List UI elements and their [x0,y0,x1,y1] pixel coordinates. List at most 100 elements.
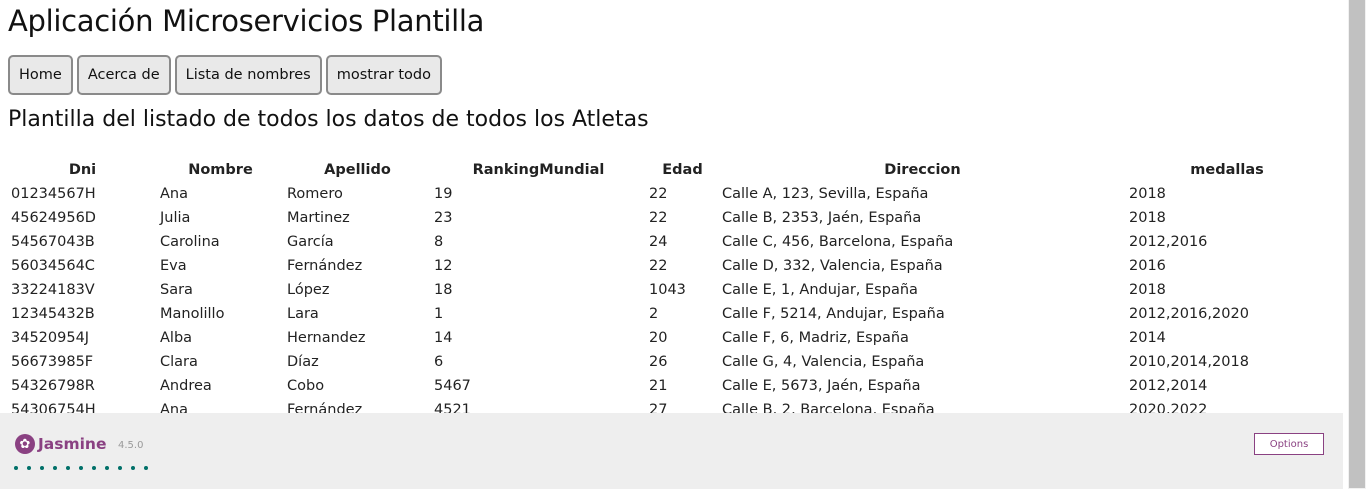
spec-passed-dot[interactable] [53,466,57,470]
athletes-table-body: 01234567H Ana Romero 19 22 Calle A, 123, Sevi… [8,182,1328,422]
table-row: 45624956D Julia Martinez 23 22 Calle B, 2353,… [8,206,1328,230]
cell-medallas: 2012,2016 [1129,234,1208,250]
vertical-scrollbar[interactable] [1348,0,1366,489]
cell-edad: 1043 [649,282,686,298]
cell-nombre: Andrea [160,378,212,394]
spec-passed-dot[interactable] [105,466,109,470]
cell-apellido: Martinez [287,210,350,226]
header-dni: Dni [68,162,97,178]
cell-direccion: Calle E, 1, Andujar, España [722,282,918,298]
spec-passed-dot[interactable] [118,466,122,470]
spec-passed-dot[interactable] [27,466,31,470]
cell-medallas: 2016 [1129,258,1166,274]
cell-dni: 54567043B [11,234,95,250]
cell-dni: 45624956D [11,210,96,226]
cell-direccion: Calle E, 5673, Jaén, España [722,378,921,394]
cell-direccion: Calle F, 6, Madriz, España [722,330,909,346]
cell-ranking: 19 [434,186,453,202]
spec-passed-dot[interactable] [144,466,148,470]
cell-ranking: 6 [434,354,444,370]
cell-nombre: Carolina [160,234,220,250]
scrollbar-thumb[interactable] [1349,0,1365,488]
cell-medallas: 2018 [1129,186,1166,202]
cell-nombre: Julia [160,210,191,226]
cell-direccion: Calle A, 123, Sevilla, España [722,186,929,202]
cell-ranking: 8 [434,234,444,250]
cell-apellido: Díaz [287,354,319,370]
cell-medallas: 2018 [1129,282,1166,298]
table-row: 33224183V Sara López 18 1043 Calle E, 1, Andu… [8,278,1328,302]
cell-edad: 22 [649,258,668,274]
section-title: Plantilla del listado de todos los datos… [8,107,649,132]
table-row: 54326798R Andrea Cobo 5467 21 Calle E, 5673, … [8,374,1328,398]
cell-edad: 21 [649,378,668,394]
table-row: 34520954J Alba Hernandez 14 20 Calle F, 6, Ma… [8,326,1328,350]
cell-edad: 20 [649,330,668,346]
table-row: 56034564C Eva Fernández 12 22 Calle D, 332, V… [8,254,1328,278]
spec-results-dots [14,466,148,470]
jasmine-logo[interactable]: ✿ Jasmine [15,434,106,454]
cell-apellido: Lara [287,306,319,322]
cell-ranking: 14 [434,330,453,346]
about-button[interactable]: Acerca de [76,55,171,95]
cell-medallas: 2010,2014,2018 [1129,354,1249,370]
cell-edad: 2 [649,306,659,322]
cell-dni: 34520954J [11,330,90,346]
header-apellido: Apellido [324,162,391,178]
cell-medallas: 2012,2014 [1129,378,1208,394]
page: Aplicación Microservicios Plantilla Home… [0,0,1348,489]
cell-dni: 54326798R [11,378,95,394]
header-edad: Edad [662,162,703,178]
cell-direccion: Calle D, 332, Valencia, España [722,258,943,274]
options-button[interactable]: Options [1254,433,1324,455]
cell-nombre: Clara [160,354,198,370]
cell-nombre: Alba [160,330,193,346]
cell-dni: 56034564C [11,258,95,274]
nav-bar: Home Acerca de Lista de nombres mostrar … [8,55,443,95]
names-list-button[interactable]: Lista de nombres [174,55,322,95]
cell-ranking: 23 [434,210,453,226]
cell-apellido: Cobo [287,378,325,394]
cell-direccion: Calle B, 2353, Jaén, España [722,210,922,226]
header-ranking: RankingMundial [472,162,605,178]
cell-dni: 33224183V [11,282,95,298]
cell-medallas: 2014 [1129,330,1166,346]
cell-ranking: 5467 [434,378,471,394]
cell-dni: 12345432B [11,306,95,322]
cell-nombre: Eva [160,258,187,274]
cell-apellido: García [287,234,334,250]
cell-nombre: Manolillo [160,306,225,322]
cell-edad: 22 [649,186,668,202]
cell-medallas: 2018 [1129,210,1166,226]
table-header-row: Dni Nombre Apellido RankingMundial Edad … [8,158,1328,182]
jasmine-reporter-bar: ✿ Jasmine 4.5.0 Options [0,413,1343,489]
header-direccion: Direccion [884,162,961,178]
spec-passed-dot[interactable] [66,466,70,470]
spec-passed-dot[interactable] [92,466,96,470]
cell-apellido: López [287,282,330,298]
spec-passed-dot[interactable] [79,466,83,470]
cell-edad: 26 [649,354,668,370]
jasmine-version: 4.5.0 [118,440,144,451]
home-button[interactable]: Home [8,55,73,95]
app-title: Aplicación Microservicios Plantilla [8,4,485,38]
table-row: 56673985F Clara Díaz 6 26 Calle G, 4, Valenci… [8,350,1328,374]
spec-passed-dot[interactable] [131,466,135,470]
cell-edad: 24 [649,234,668,250]
cell-ranking: 12 [434,258,453,274]
cell-dni: 01234567H [11,186,96,202]
cell-nombre: Sara [160,282,193,298]
spec-passed-dot[interactable] [14,466,18,470]
table-row: 01234567H Ana Romero 19 22 Calle A, 123, Sevi… [8,182,1328,206]
show-all-button[interactable]: mostrar todo [325,55,443,95]
cell-dni: 56673985F [11,354,94,370]
header-nombre: Nombre [188,162,253,178]
cell-direccion: Calle G, 4, Valencia, España [722,354,925,370]
cell-edad: 22 [649,210,668,226]
spec-passed-dot[interactable] [40,466,44,470]
cell-direccion: Calle F, 5214, Andujar, España [722,306,945,322]
cell-direccion: Calle C, 456, Barcelona, España [722,234,954,250]
cell-ranking: 18 [434,282,453,298]
header-medallas: medallas [1190,162,1264,178]
cell-medallas: 2012,2016,2020 [1129,306,1249,322]
